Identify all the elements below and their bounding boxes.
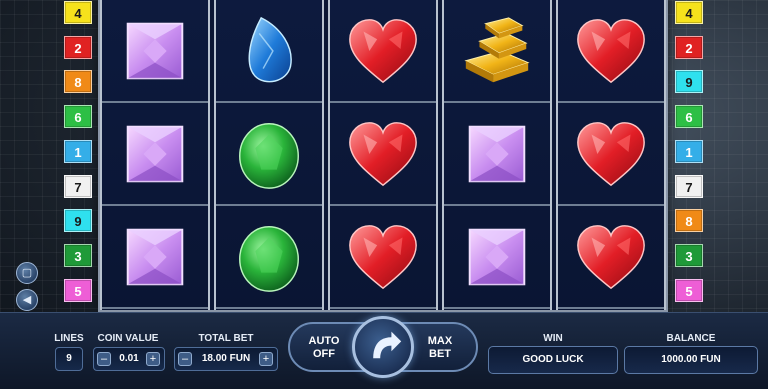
symbol-blue-gem-icon <box>216 0 322 103</box>
symbol-pink-gem-icon <box>102 0 208 103</box>
total-bet-increase-button[interactable]: + <box>259 352 273 366</box>
total-bet-decrease-button[interactable]: – <box>178 352 192 366</box>
right-line-9-badge[interactable]: 9 <box>675 70 703 94</box>
symbol-pink-gem-icon <box>444 206 550 309</box>
symbol-red-heart-icon <box>330 103 436 206</box>
left-line-8-badge[interactable]: 8 <box>64 70 92 94</box>
symbol-pink-gem-icon <box>102 206 208 309</box>
win-label: WIN <box>543 333 563 344</box>
sound-icon[interactable]: ◀ <box>16 289 38 311</box>
coin-value: 0.01 <box>119 353 139 364</box>
reel-3 <box>328 0 438 310</box>
symbol-red-heart-icon <box>558 0 664 103</box>
coin-value-label: COIN VALUE <box>97 333 159 344</box>
bet-label: BET <box>429 348 451 360</box>
settings-icon[interactable]: ▢ <box>16 262 38 284</box>
symbol-red-heart-icon <box>330 206 436 309</box>
symbol-gold-bars-icon <box>444 0 550 103</box>
total-bet-value: 18.00 FUN <box>201 353 251 364</box>
spin-button[interactable] <box>352 316 414 378</box>
right-line-5-badge[interactable]: 5 <box>675 278 703 302</box>
symbol-red-heart-icon <box>330 0 436 103</box>
left-line-7-badge[interactable]: 7 <box>64 174 92 198</box>
right-line-4-badge[interactable]: 4 <box>675 1 703 24</box>
reel-area <box>100 0 666 310</box>
symbol-green-gem-icon <box>216 206 322 309</box>
reel-4 <box>442 0 552 310</box>
lines-value: 9 <box>55 347 83 371</box>
coin-value-decrease-button[interactable]: – <box>97 352 111 366</box>
reel-1 <box>100 0 210 310</box>
right-line-7-badge[interactable]: 7 <box>675 174 703 198</box>
left-line-3-badge[interactable]: 3 <box>64 243 92 267</box>
win-display: GOOD LUCK <box>488 346 618 374</box>
auto-play-button[interactable]: AUTO OFF <box>302 335 346 361</box>
reel-2 <box>214 0 324 310</box>
symbol-green-gem-icon <box>216 103 322 206</box>
total-bet-label: TOTAL BET <box>198 333 254 344</box>
symbol-pink-gem-icon <box>102 103 208 206</box>
left-line-5-badge[interactable]: 5 <box>64 278 92 302</box>
left-line-6-badge[interactable]: 6 <box>64 105 92 129</box>
auto-state: OFF <box>313 348 335 360</box>
auto-label: AUTO <box>308 335 340 347</box>
symbol-red-heart-icon <box>558 103 664 206</box>
right-line-1-badge[interactable]: 1 <box>675 139 703 163</box>
left-line-4-badge[interactable]: 4 <box>64 1 92 24</box>
max-label: MAX <box>427 335 453 347</box>
lines-label: LINES <box>54 333 84 344</box>
right-line-6-badge[interactable]: 6 <box>675 105 703 129</box>
symbol-red-heart-icon <box>558 206 664 309</box>
coin-value-increase-button[interactable]: + <box>146 352 160 366</box>
balance-display: 1000.00 FUN <box>624 346 758 374</box>
symbol-pink-gem-icon <box>444 103 550 206</box>
left-line-9-badge[interactable]: 9 <box>64 209 92 233</box>
left-line-2-badge[interactable]: 2 <box>64 35 92 59</box>
right-line-2-badge[interactable]: 2 <box>675 35 703 59</box>
left-line-1-badge[interactable]: 1 <box>64 139 92 163</box>
max-bet-button[interactable]: MAX BET <box>418 335 462 361</box>
spin-arrow-icon <box>373 331 402 359</box>
balance-label: BALANCE <box>666 333 716 344</box>
right-line-3-badge[interactable]: 3 <box>675 243 703 267</box>
right-line-8-badge[interactable]: 8 <box>675 209 703 233</box>
reel-5 <box>556 0 666 310</box>
